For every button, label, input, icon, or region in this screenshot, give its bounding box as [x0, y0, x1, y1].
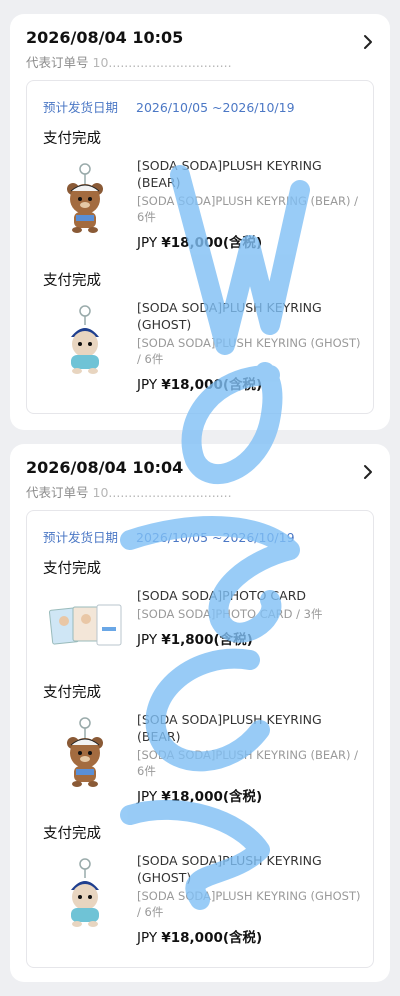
ghost-keyring-image: [71, 305, 99, 374]
shipping-date-label: 预计发货日期: [43, 530, 119, 545]
shipping-date-label: 预计发货日期: [43, 100, 119, 115]
payment-status: 支付完成: [43, 131, 101, 147]
chevron-right-icon[interactable]: [360, 34, 376, 50]
product-variant: [SODA SODA]PLUSH KEYRING (BEAR) / 6件: [137, 748, 359, 778]
product-name: [SODA SODA]PLUSH KEYRING (GHOST): [137, 853, 322, 885]
shipping-date-row: 预计发货日期 2026/10/05 ~2026/10/19: [43, 527, 295, 546]
product-name: [SODA SODA]PLUSH KEYRING (BEAR): [137, 712, 322, 744]
order-card[interactable]: 2026/08/04 10:05 代表订单号 10...............…: [10, 14, 390, 430]
order-item[interactable]: 支付完成 [SODA SODA]PLUSH KEYRING (GHOST) [S…: [43, 822, 361, 952]
order-number: 代表订单号 10...............................: [26, 52, 326, 71]
price-currency: JPY: [137, 235, 158, 251]
payment-status: 支付完成: [43, 561, 101, 577]
price-amount: ¥18,000(含税): [161, 377, 263, 393]
product-price: JPY ¥18,000(含税): [137, 231, 361, 251]
payment-status: 支付完成: [43, 685, 101, 701]
product-price: JPY ¥18,000(含税): [137, 785, 361, 805]
item-info: [SODA SODA]PLUSH KEYRING (GHOST) [SODA S…: [137, 299, 361, 393]
price-amount: ¥18,000(含税): [161, 930, 263, 946]
chevron-right-icon[interactable]: [360, 464, 376, 480]
payment-status: 支付完成: [43, 273, 101, 289]
order-card[interactable]: 2026/08/04 10:04 代表订单号 10...............…: [10, 444, 390, 982]
product-variant: [SODA SODA]PHOTO CARD / 3件: [137, 607, 323, 621]
price-currency: JPY: [137, 930, 158, 946]
bear-keyring-image: [67, 163, 103, 233]
price-amount: ¥18,000(含税): [161, 789, 263, 805]
product-price: JPY ¥1,800(含税): [137, 628, 361, 648]
ghost-keyring-image: [71, 858, 99, 927]
product-name: [SODA SODA]PLUSH KEYRING (GHOST): [137, 300, 322, 332]
order-number-value: 10...............................: [92, 55, 232, 70]
payment-status: 支付完成: [43, 826, 101, 842]
product-price: JPY ¥18,000(含税): [137, 926, 361, 946]
order-number-label: 代表订单号: [26, 55, 89, 70]
photo-card-image: [48, 604, 122, 646]
order-number: 代表订单号 10...............................: [26, 482, 326, 501]
order-number-label: 代表订单号: [26, 485, 89, 500]
shipping-date-row: 预计发货日期 2026/10/05 ~2026/10/19: [43, 97, 295, 116]
item-info: [SODA SODA]PLUSH KEYRING (BEAR) [SODA SO…: [137, 157, 361, 251]
order-date: 2026/08/04 10:04: [26, 458, 184, 477]
order-number-value: 10...............................: [92, 485, 232, 500]
bear-keyring-image: [67, 717, 103, 787]
order-item[interactable]: 支付完成 [SODA SODA]PLUSH KEYRING (BEAR) [SO…: [43, 127, 361, 257]
price-currency: JPY: [137, 632, 158, 648]
product-name: [SODA SODA]PLUSH KEYRING (BEAR): [137, 158, 322, 190]
item-info: [SODA SODA]PLUSH KEYRING (BEAR) [SODA SO…: [137, 711, 361, 805]
product-variant: [SODA SODA]PLUSH KEYRING (BEAR) / 6件: [137, 194, 359, 224]
item-info: [SODA SODA]PHOTO CARD [SODA SODA]PHOTO C…: [137, 587, 361, 648]
shipping-date-range: 2026/10/05 ~2026/10/19: [136, 530, 295, 545]
order-detail-box: 预计发货日期 2026/10/05 ~2026/10/19 支付完成 [SODA…: [26, 80, 374, 414]
order-date: 2026/08/04 10:05: [26, 28, 184, 47]
item-info: [SODA SODA]PLUSH KEYRING (GHOST) [SODA S…: [137, 852, 361, 946]
shipping-date-range: 2026/10/05 ~2026/10/19: [136, 100, 295, 115]
order-detail-box: 预计发货日期 2026/10/05 ~2026/10/19 支付完成 [SODA…: [26, 510, 374, 968]
price-amount: ¥18,000(含税): [161, 235, 263, 251]
product-variant: [SODA SODA]PLUSH KEYRING (GHOST) / 6件: [137, 336, 361, 366]
product-name: [SODA SODA]PHOTO CARD: [137, 588, 307, 603]
price-amount: ¥1,800(含税): [161, 632, 253, 648]
price-currency: JPY: [137, 789, 158, 805]
price-currency: JPY: [137, 377, 158, 393]
order-item[interactable]: 支付完成 [SODA SODA]PLUSH KEYRING (GHOST) [S…: [43, 269, 361, 399]
order-item[interactable]: 支付完成 [SODA SODA]PLUSH KEYRING (BEAR) [SO…: [43, 681, 361, 811]
product-variant: [SODA SODA]PLUSH KEYRING (GHOST) / 6件: [137, 889, 361, 919]
product-price: JPY ¥18,000(含税): [137, 373, 361, 393]
order-item[interactable]: 支付完成 [SODA SODA]PHOTO CARD [SODA SODA]PH…: [43, 557, 361, 669]
